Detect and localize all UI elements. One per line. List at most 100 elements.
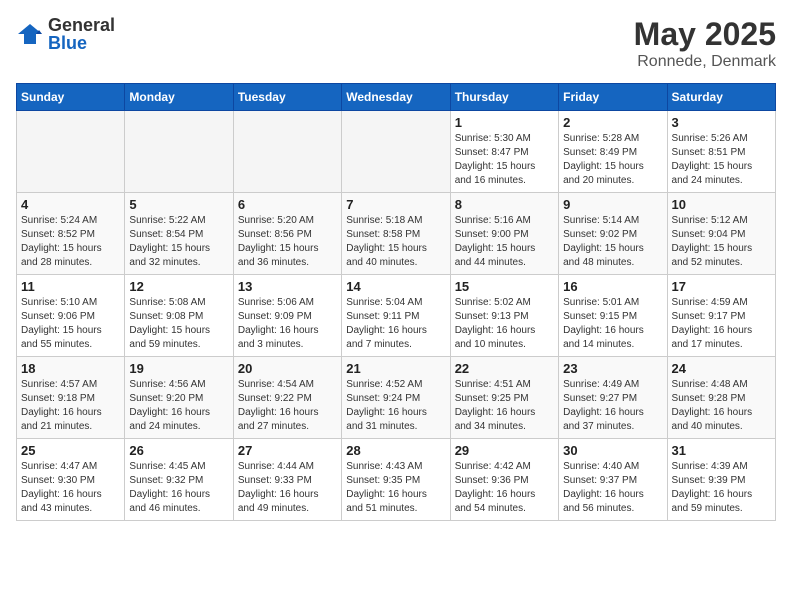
day-number: 14 bbox=[346, 279, 445, 294]
title-block: May 2025 Ronnede, Denmark bbox=[634, 16, 776, 71]
day-info: Sunrise: 4:48 AM Sunset: 9:28 PM Dayligh… bbox=[672, 378, 771, 434]
calendar-week-row: 1 Sunrise: 5:30 AM Sunset: 8:47 PM Daylig… bbox=[17, 111, 776, 193]
day-number: 17 bbox=[672, 279, 771, 294]
calendar-day-cell bbox=[342, 111, 450, 193]
calendar-day-cell bbox=[233, 111, 341, 193]
calendar-day-cell: 5 Sunrise: 5:22 AM Sunset: 8:54 PM Daylig… bbox=[125, 193, 233, 275]
calendar-title: May 2025 bbox=[634, 16, 776, 53]
day-info: Sunrise: 4:40 AM Sunset: 9:37 PM Dayligh… bbox=[563, 460, 662, 516]
day-number: 10 bbox=[672, 197, 771, 212]
calendar-day-cell: 18 Sunrise: 4:57 AM Sunset: 9:18 PM Dayli… bbox=[17, 357, 125, 439]
logo-text: General Blue bbox=[48, 16, 115, 52]
day-info: Sunrise: 5:18 AM Sunset: 8:58 PM Dayligh… bbox=[346, 214, 445, 270]
day-number: 18 bbox=[21, 361, 120, 376]
day-info: Sunrise: 5:01 AM Sunset: 9:15 PM Dayligh… bbox=[563, 296, 662, 352]
day-info: Sunrise: 5:08 AM Sunset: 9:08 PM Dayligh… bbox=[129, 296, 228, 352]
calendar-subtitle: Ronnede, Denmark bbox=[634, 53, 776, 71]
day-info: Sunrise: 5:24 AM Sunset: 8:52 PM Dayligh… bbox=[21, 214, 120, 270]
calendar-day-cell: 2 Sunrise: 5:28 AM Sunset: 8:49 PM Daylig… bbox=[559, 111, 667, 193]
day-number: 6 bbox=[238, 197, 337, 212]
weekday-row: SundayMondayTuesdayWednesdayThursdayFrid… bbox=[17, 84, 776, 111]
day-info: Sunrise: 4:39 AM Sunset: 9:39 PM Dayligh… bbox=[672, 460, 771, 516]
day-info: Sunrise: 4:44 AM Sunset: 9:33 PM Dayligh… bbox=[238, 460, 337, 516]
day-info: Sunrise: 4:56 AM Sunset: 9:20 PM Dayligh… bbox=[129, 378, 228, 434]
calendar-day-cell: 3 Sunrise: 5:26 AM Sunset: 8:51 PM Daylig… bbox=[667, 111, 775, 193]
day-number: 4 bbox=[21, 197, 120, 212]
calendar-day-cell: 8 Sunrise: 5:16 AM Sunset: 9:00 PM Daylig… bbox=[450, 193, 558, 275]
day-number: 9 bbox=[563, 197, 662, 212]
calendar-day-cell: 1 Sunrise: 5:30 AM Sunset: 8:47 PM Daylig… bbox=[450, 111, 558, 193]
day-number: 23 bbox=[563, 361, 662, 376]
day-info: Sunrise: 5:12 AM Sunset: 9:04 PM Dayligh… bbox=[672, 214, 771, 270]
calendar-day-cell: 10 Sunrise: 5:12 AM Sunset: 9:04 PM Dayli… bbox=[667, 193, 775, 275]
calendar-day-cell: 19 Sunrise: 4:56 AM Sunset: 9:20 PM Dayli… bbox=[125, 357, 233, 439]
day-number: 31 bbox=[672, 443, 771, 458]
day-info: Sunrise: 4:42 AM Sunset: 9:36 PM Dayligh… bbox=[455, 460, 554, 516]
day-info: Sunrise: 4:43 AM Sunset: 9:35 PM Dayligh… bbox=[346, 460, 445, 516]
day-info: Sunrise: 5:06 AM Sunset: 9:09 PM Dayligh… bbox=[238, 296, 337, 352]
calendar-day-cell: 31 Sunrise: 4:39 AM Sunset: 9:39 PM Dayli… bbox=[667, 439, 775, 521]
calendar-day-cell: 22Sunrise: 4:51 AM Sunset: 9:25 PM Dayli… bbox=[450, 357, 558, 439]
weekday-header: Sunday bbox=[17, 84, 125, 111]
day-info: Sunrise: 5:04 AM Sunset: 9:11 PM Dayligh… bbox=[346, 296, 445, 352]
day-number: 12 bbox=[129, 279, 228, 294]
calendar-day-cell: 21Sunrise: 4:52 AM Sunset: 9:24 PM Dayli… bbox=[342, 357, 450, 439]
logo-icon bbox=[16, 20, 44, 48]
calendar-week-row: 4 Sunrise: 5:24 AM Sunset: 8:52 PM Daylig… bbox=[17, 193, 776, 275]
weekday-header: Monday bbox=[125, 84, 233, 111]
calendar-day-cell: 6 Sunrise: 5:20 AM Sunset: 8:56 PM Daylig… bbox=[233, 193, 341, 275]
calendar-day-cell: 17 Sunrise: 4:59 AM Sunset: 9:17 PM Dayli… bbox=[667, 275, 775, 357]
calendar-day-cell: 23 Sunrise: 4:49 AM Sunset: 9:27 PM Dayli… bbox=[559, 357, 667, 439]
day-info: Sunrise: 5:22 AM Sunset: 8:54 PM Dayligh… bbox=[129, 214, 228, 270]
calendar-day-cell bbox=[125, 111, 233, 193]
day-info: Sunrise: 4:47 AM Sunset: 9:30 PM Dayligh… bbox=[21, 460, 120, 516]
calendar-body: 1 Sunrise: 5:30 AM Sunset: 8:47 PM Daylig… bbox=[17, 111, 776, 521]
day-number: 26 bbox=[129, 443, 228, 458]
day-number: 27 bbox=[238, 443, 337, 458]
day-info: Sunrise: 5:30 AM Sunset: 8:47 PM Dayligh… bbox=[455, 132, 554, 188]
calendar-table: SundayMondayTuesdayWednesdayThursdayFrid… bbox=[16, 83, 776, 521]
day-number: 7 bbox=[346, 197, 445, 212]
calendar-week-row: 25 Sunrise: 4:47 AM Sunset: 9:30 PM Dayli… bbox=[17, 439, 776, 521]
day-info: Sunrise: 4:45 AM Sunset: 9:32 PM Dayligh… bbox=[129, 460, 228, 516]
weekday-header: Friday bbox=[559, 84, 667, 111]
calendar-day-cell: 9Sunrise: 5:14 AM Sunset: 9:02 PM Daylig… bbox=[559, 193, 667, 275]
calendar-day-cell: 16Sunrise: 5:01 AM Sunset: 9:15 PM Dayli… bbox=[559, 275, 667, 357]
calendar-day-cell: 25 Sunrise: 4:47 AM Sunset: 9:30 PM Dayli… bbox=[17, 439, 125, 521]
day-info: Sunrise: 4:59 AM Sunset: 9:17 PM Dayligh… bbox=[672, 296, 771, 352]
day-number: 29 bbox=[455, 443, 554, 458]
calendar-day-cell: 29 Sunrise: 4:42 AM Sunset: 9:36 PM Dayli… bbox=[450, 439, 558, 521]
day-info: Sunrise: 4:54 AM Sunset: 9:22 PM Dayligh… bbox=[238, 378, 337, 434]
day-number: 25 bbox=[21, 443, 120, 458]
day-number: 19 bbox=[129, 361, 228, 376]
day-number: 30 bbox=[563, 443, 662, 458]
day-info: Sunrise: 5:28 AM Sunset: 8:49 PM Dayligh… bbox=[563, 132, 662, 188]
weekday-header: Thursday bbox=[450, 84, 558, 111]
day-number: 11 bbox=[21, 279, 120, 294]
day-info: Sunrise: 5:20 AM Sunset: 8:56 PM Dayligh… bbox=[238, 214, 337, 270]
calendar-day-cell: 27 Sunrise: 4:44 AM Sunset: 9:33 PM Dayli… bbox=[233, 439, 341, 521]
calendar-day-cell: 11 Sunrise: 5:10 AM Sunset: 9:06 PM Dayli… bbox=[17, 275, 125, 357]
day-number: 3 bbox=[672, 115, 771, 130]
day-info: Sunrise: 4:49 AM Sunset: 9:27 PM Dayligh… bbox=[563, 378, 662, 434]
calendar-day-cell: 4 Sunrise: 5:24 AM Sunset: 8:52 PM Daylig… bbox=[17, 193, 125, 275]
calendar-day-cell: 12 Sunrise: 5:08 AM Sunset: 9:08 PM Dayli… bbox=[125, 275, 233, 357]
day-number: 8 bbox=[455, 197, 554, 212]
day-number: 2 bbox=[563, 115, 662, 130]
day-info: Sunrise: 5:16 AM Sunset: 9:00 PM Dayligh… bbox=[455, 214, 554, 270]
calendar-day-cell: 28Sunrise: 4:43 AM Sunset: 9:35 PM Dayli… bbox=[342, 439, 450, 521]
day-number: 1 bbox=[455, 115, 554, 130]
calendar-week-row: 18 Sunrise: 4:57 AM Sunset: 9:18 PM Dayli… bbox=[17, 357, 776, 439]
calendar-day-cell: 13Sunrise: 5:06 AM Sunset: 9:09 PM Dayli… bbox=[233, 275, 341, 357]
weekday-header: Tuesday bbox=[233, 84, 341, 111]
day-info: Sunrise: 5:02 AM Sunset: 9:13 PM Dayligh… bbox=[455, 296, 554, 352]
day-info: Sunrise: 5:26 AM Sunset: 8:51 PM Dayligh… bbox=[672, 132, 771, 188]
day-number: 5 bbox=[129, 197, 228, 212]
weekday-header: Wednesday bbox=[342, 84, 450, 111]
day-info: Sunrise: 5:10 AM Sunset: 9:06 PM Dayligh… bbox=[21, 296, 120, 352]
day-number: 21 bbox=[346, 361, 445, 376]
logo-blue: Blue bbox=[48, 34, 115, 52]
day-info: Sunrise: 4:57 AM Sunset: 9:18 PM Dayligh… bbox=[21, 378, 120, 434]
logo: General Blue bbox=[16, 16, 115, 52]
day-info: Sunrise: 4:51 AM Sunset: 9:25 PM Dayligh… bbox=[455, 378, 554, 434]
